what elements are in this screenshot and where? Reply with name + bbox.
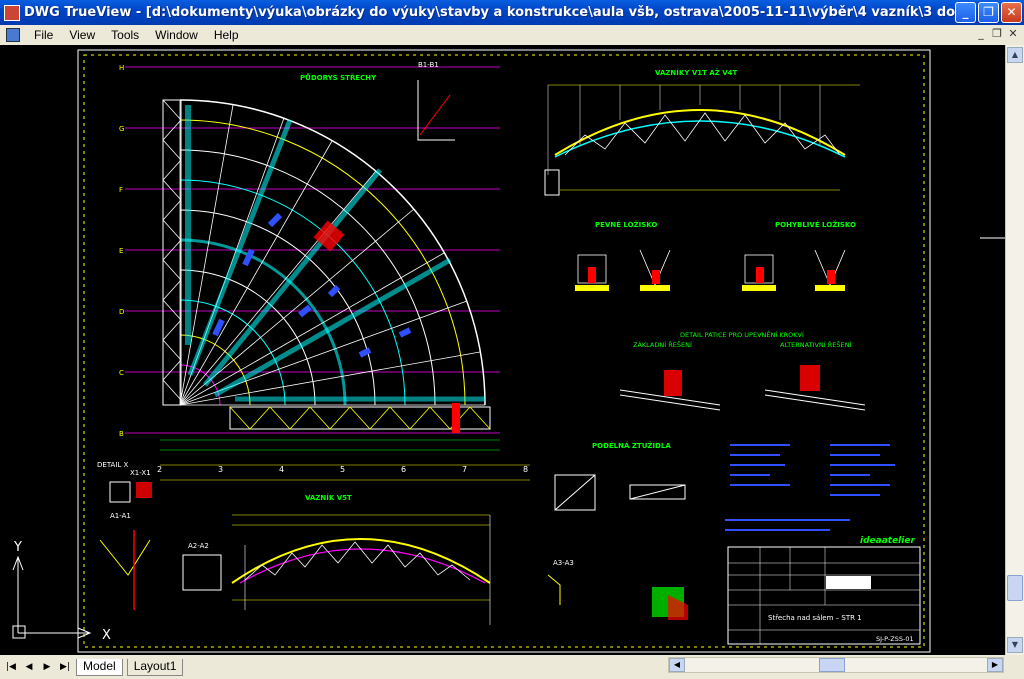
studio-name: ideaatelier xyxy=(860,536,915,546)
basic-solution-label: ZÁKLADNÍ ŘEŠENÍ xyxy=(633,340,692,349)
window-title: DWG TrueView - [d:\dokumenty\výuka\obráz… xyxy=(24,5,964,20)
svg-text:5: 5 xyxy=(340,465,345,474)
grid-cols: 2 3 4 5 6 7 8 xyxy=(157,465,528,474)
vertical-scrollbar[interactable]: ▲ ▼ xyxy=(1005,45,1024,655)
menu-window[interactable]: Window xyxy=(147,28,206,42)
svg-text:Y: Y xyxy=(13,540,22,555)
plan-title: PŮDORYS STŘECHY xyxy=(300,73,377,82)
ucs-icon: Y X xyxy=(12,540,111,643)
menu-bar: File View Tools Window Help _ ❐ ✕ xyxy=(0,25,1024,45)
svg-text:3: 3 xyxy=(218,465,223,474)
menu-tools[interactable]: Tools xyxy=(103,28,147,42)
last-tab-icon[interactable]: ▶| xyxy=(58,660,72,674)
horizontal-scroll-thumb[interactable] xyxy=(819,658,845,672)
tab-model[interactable]: Model xyxy=(76,658,123,676)
scroll-left-icon[interactable]: ◀ xyxy=(669,658,685,672)
app-icon xyxy=(4,4,20,21)
detail-x-label: DETAIL X xyxy=(97,461,129,469)
svg-text:H: H xyxy=(119,64,124,72)
drawing-name: Střecha nad sálem – STR 1 xyxy=(768,614,862,622)
doc-minimize-button[interactable]: _ xyxy=(974,27,988,41)
svg-text:6: 6 xyxy=(401,465,406,474)
first-tab-icon[interactable]: |◀ xyxy=(4,660,18,674)
drawing-number: SJ-P-ZSS-01 xyxy=(876,635,914,643)
sliding-bearing-title: POHYBLIVÉ LOŽISKO xyxy=(775,220,856,229)
title-bar: DWG TrueView - [d:\dokumenty\výuka\obráz… xyxy=(0,0,1024,25)
svg-text:4: 4 xyxy=(279,465,284,474)
a3-label: A3-A3 xyxy=(553,559,574,567)
a1-label: A1-A1 xyxy=(110,512,131,520)
close-button[interactable]: ✕ xyxy=(1001,2,1022,23)
svg-text:E: E xyxy=(119,247,123,255)
doc-restore-button[interactable]: ❐ xyxy=(990,27,1004,41)
vertical-scroll-thumb[interactable] xyxy=(1007,575,1023,601)
minimize-button[interactable]: _ xyxy=(955,2,976,23)
scroll-down-icon[interactable]: ▼ xyxy=(1007,637,1023,653)
svg-text:8: 8 xyxy=(523,465,528,474)
menu-file[interactable]: File xyxy=(26,28,61,42)
fixed-bearing-title: PEVNÉ LOŽISKO xyxy=(595,220,657,229)
document-icon[interactable] xyxy=(6,28,20,42)
menu-help[interactable]: Help xyxy=(206,28,247,42)
menu-view[interactable]: View xyxy=(61,28,103,42)
svg-text:F: F xyxy=(119,186,123,194)
truss-bottom-title: VAZNÍK V5T xyxy=(305,493,352,502)
cad-drawing: H G F E D C B 2 3 4 5 6 7 8 PŮDORYS STŘE… xyxy=(12,49,1005,653)
a2-label: A2-A2 xyxy=(188,542,209,550)
drawing-canvas[interactable]: H G F E D C B 2 3 4 5 6 7 8 PŮDORYS STŘE… xyxy=(0,45,1005,655)
horizontal-scrollbar[interactable]: ◀ ▶ xyxy=(668,657,1004,673)
tab-layout1[interactable]: Layout1 xyxy=(126,658,184,676)
maximize-button[interactable]: ❐ xyxy=(978,2,999,23)
purlin-detail-title: DETAIL PATICE PRO UPEVNĚNÍ KROKVÍ xyxy=(680,330,804,339)
svg-text:B: B xyxy=(119,430,124,438)
section-b1-label: B1-B1 xyxy=(418,61,439,69)
svg-text:7: 7 xyxy=(462,465,467,474)
scroll-right-icon[interactable]: ▶ xyxy=(987,658,1003,672)
next-tab-icon[interactable]: ▶ xyxy=(40,660,54,674)
resize-grip-icon[interactable] xyxy=(1006,657,1024,677)
truss-top-title: VAZNÍKY V1T AŽ V4T xyxy=(655,68,738,77)
scroll-up-icon[interactable]: ▲ xyxy=(1007,47,1023,63)
grid-rows: H G F E D C B xyxy=(119,64,124,438)
svg-text:X: X xyxy=(102,628,111,643)
svg-text:2: 2 xyxy=(157,465,162,474)
x1-label: X1-X1 xyxy=(130,469,151,477)
svg-text:G: G xyxy=(119,125,124,133)
svg-text:D: D xyxy=(119,308,124,316)
doc-close-button[interactable]: ✕ xyxy=(1006,27,1020,41)
prev-tab-icon[interactable]: ◀ xyxy=(22,660,36,674)
alt-solution-label: ALTERNATIVNÍ ŘEŠENÍ xyxy=(780,340,851,349)
svg-text:C: C xyxy=(119,369,124,377)
bracing-title: PODÉLNÁ ZTUŽIDLA xyxy=(592,441,671,450)
